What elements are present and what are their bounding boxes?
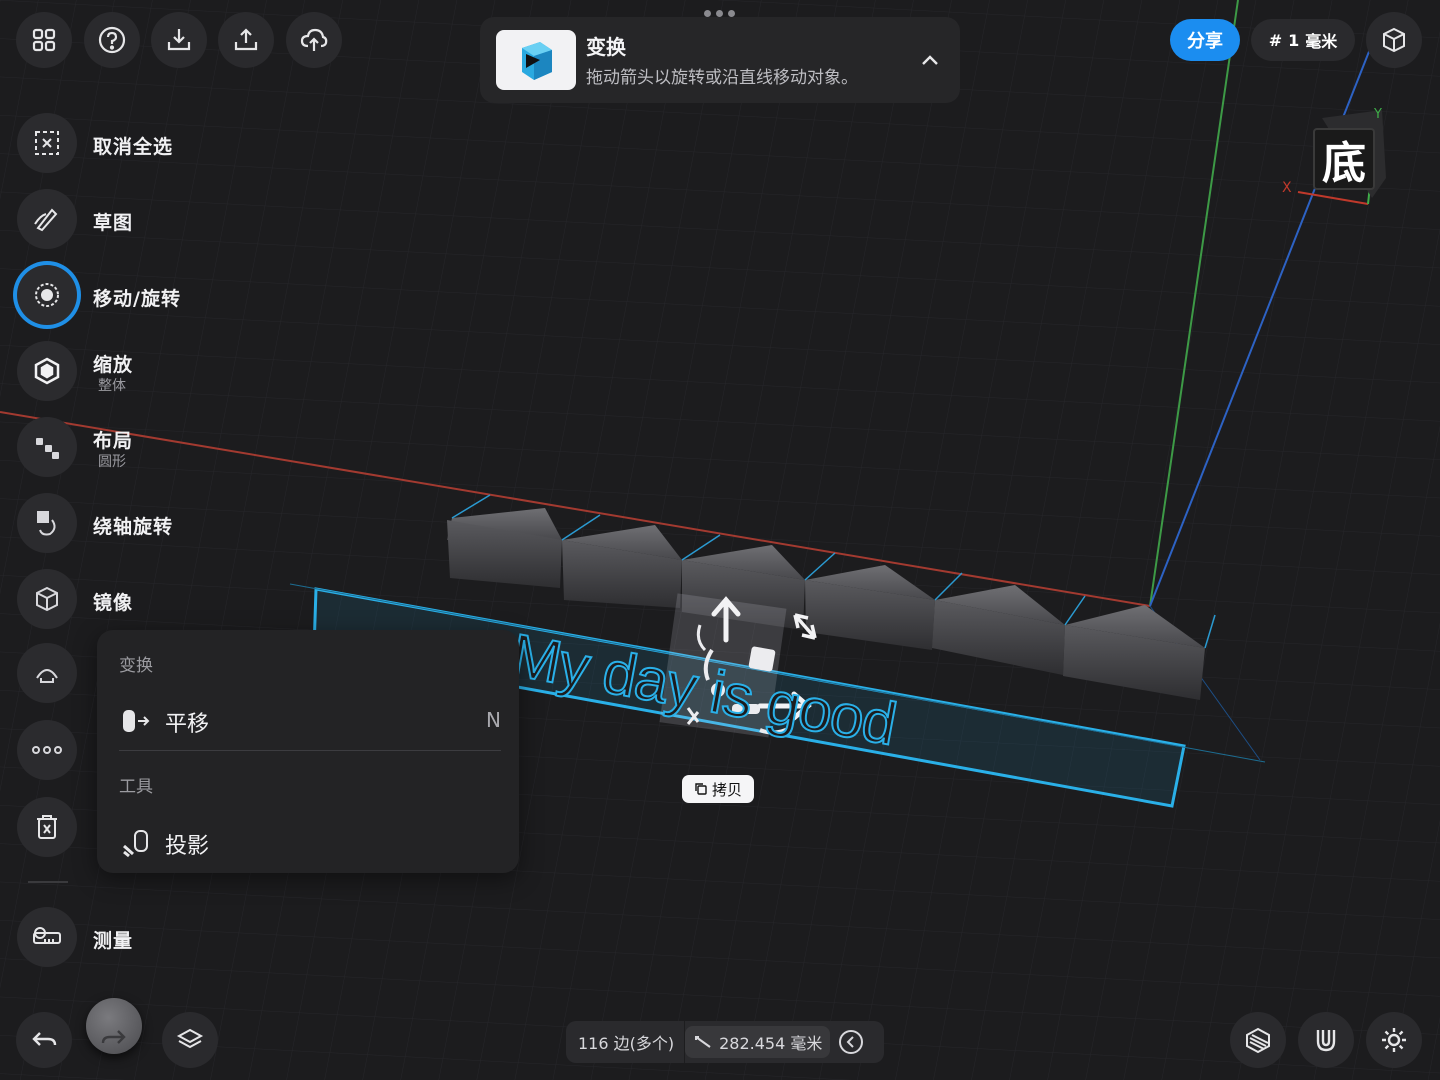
scene-canvas[interactable]: X Y [0,0,1440,1080]
cloud-upload-icon [300,28,328,51]
translate-shortcut: N [486,708,501,732]
move-rotate-button[interactable] [17,265,77,325]
bend-icon [36,669,58,683]
3d-viewport[interactable]: X Y My day is good [0,0,1440,1080]
measure-button[interactable] [17,907,77,967]
snap-icon [1316,1030,1336,1052]
popup-section-transform: 变换 [119,656,153,676]
sketch-icon [34,208,58,232]
sidebar-item-scale-label: 缩放 [93,354,134,376]
undo-icon [32,1032,57,1046]
revolve-icon [37,511,56,536]
more-icon [32,746,62,754]
length-readout: 282.454 毫米 [685,1026,831,1058]
grid-value: 1 [1288,30,1300,50]
layers-icon [176,1028,204,1049]
grid-unit: 毫米 [1305,32,1338,51]
settings-icon [1382,1028,1406,1052]
bend-button[interactable] [17,643,77,703]
transform-thumbnail [496,30,576,90]
material-icon [1246,1027,1270,1054]
more-tools-popup: 变换 平移 N 工具 投影 [97,630,519,873]
import-icon [167,29,191,51]
grid-icon [32,28,56,52]
sidebar-item-revolve-label: 绕轴旋转 [93,516,174,538]
length-value: 282.454 毫米 [719,1034,823,1053]
grid-size-pill[interactable]: # 1 毫米 [1251,19,1355,61]
layout-button[interactable] [17,417,77,477]
axis-x-label: X [1282,180,1292,196]
perspective-icon [1383,27,1405,53]
layout-icon [36,438,59,459]
import-button[interactable] [151,12,207,68]
revolve-button[interactable] [17,493,77,553]
view-mode-button[interactable] [1366,12,1422,68]
hint-title: 变换 [586,35,626,59]
mirror-icon [36,586,58,612]
help-icon [98,26,126,54]
help-button[interactable] [84,12,140,68]
sidebar-item-scale-sub: 整体 [98,378,126,394]
translate-icon [123,710,150,732]
collapse-chevron-icon[interactable] [920,53,940,67]
deselect-icon [35,131,59,155]
sidebar-item-layout-sub: 圆形 [98,454,126,470]
popup-divider [119,750,501,751]
projection-icon [123,830,148,858]
export-icon [234,28,258,51]
grid-symbol: # [1268,30,1283,50]
sidebar-divider [28,881,68,883]
grid-menu-button[interactable] [16,12,72,68]
material-button[interactable] [1230,1012,1286,1068]
settings-button[interactable] [1366,1012,1422,1068]
scale-icon [34,357,60,385]
snap-button[interactable] [1298,1012,1354,1068]
collapse-status-icon[interactable] [838,1029,864,1055]
axis-y-label: Y [1373,107,1382,122]
ruler-icon [695,1036,711,1048]
hint-card: 变换 拖动箭头以旋转或沿直线移动对象。 [480,17,960,103]
sidebar-item-mirror-label: 镜像 [93,592,134,614]
sidebar-item-sketch-label: 草图 [93,212,134,234]
measure-icon [33,927,61,944]
popup-section-tools: 工具 [119,777,153,797]
delete-button[interactable] [17,797,77,857]
cloud-upload-button[interactable] [286,12,342,68]
selection-status-bar[interactable]: 116 边(多个) 282.454 毫米 [566,1021,884,1063]
layers-button[interactable] [162,1012,218,1068]
sidebar-item-layout-label: 布局 [93,430,134,452]
translate-label: 平移 [165,712,210,737]
view-cube[interactable]: 底 [1313,128,1375,190]
sketch-button[interactable] [17,189,77,249]
sidebar-item-deselect-label: 取消全选 [93,136,174,158]
undo-button[interactable] [16,1012,72,1068]
redo-icon [101,1030,126,1044]
edge-count: 116 边(多个) [578,1034,675,1053]
mirror-button[interactable] [17,569,77,629]
translate-menu-item[interactable]: 平移 N [97,698,519,744]
scale-button[interactable] [17,341,77,401]
hint-text: 拖动箭头以旋转或沿直线移动对象。 [586,68,858,88]
delete-icon [37,815,57,839]
deselect-all-button[interactable] [17,113,77,173]
copy-icon [695,783,707,795]
move-rotate-icon [35,283,59,307]
redo-button[interactable] [86,998,142,1054]
projection-menu-item[interactable]: 投影 [97,820,519,866]
copy-label: 拷贝 [711,780,742,799]
sidebar-item-measure-label: 测量 [93,930,134,952]
projection-label: 投影 [165,834,210,859]
copy-button[interactable]: 拷贝 [682,775,754,803]
share-button[interactable]: 分享 [1170,19,1240,61]
sidebar-item-move-label: 移动/旋转 [93,288,181,310]
more-tools-button[interactable] [17,720,77,780]
export-button[interactable] [218,12,274,68]
